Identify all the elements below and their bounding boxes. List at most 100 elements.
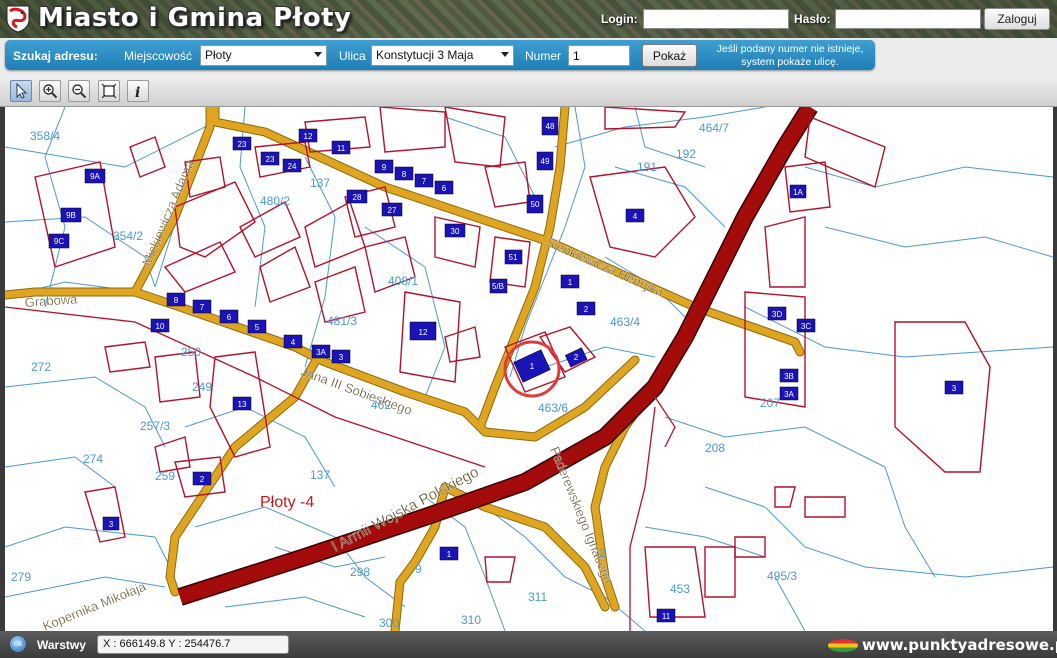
block-number: 48 — [546, 122, 555, 131]
block-number: 8 — [402, 170, 407, 179]
town-select[interactable]: Płoty — [200, 45, 327, 66]
street-select[interactable]: Konstytucji 3 Maja — [371, 45, 514, 66]
block-number: 30 — [451, 227, 460, 236]
ok-icon[interactable]: ok — [10, 636, 26, 652]
full-extent-button[interactable] — [98, 80, 120, 102]
block-number: 3 — [339, 353, 344, 362]
town-label: Miejscowość — [124, 49, 193, 63]
chevron-down-icon — [501, 52, 509, 57]
search-area: Szukaj adresu: Miejscowość Płoty Ulica K… — [0, 38, 1057, 76]
coordinates-readout: X : 666149.8 Y : 254476.7 — [97, 635, 289, 654]
block-number: 24 — [288, 162, 297, 171]
parcel-number: 463/6 — [538, 401, 568, 415]
password-input[interactable] — [835, 9, 981, 29]
login-input[interactable] — [643, 9, 789, 29]
password-label: Hasło: — [794, 12, 831, 26]
block-number: 3C — [801, 322, 811, 331]
block-number: 12 — [304, 132, 313, 141]
parcel-number: 207 — [760, 396, 780, 410]
status-bar: ok Warstwy X : 666149.8 Y : 254476.7 www… — [0, 631, 1057, 658]
block-number: 3A — [316, 348, 326, 357]
block-number: 9C — [54, 237, 64, 246]
search-hint: Jeśli podany numer nie istnieje, system … — [705, 43, 875, 69]
block-number: 1A — [793, 188, 803, 197]
number-input[interactable] — [568, 45, 630, 66]
street-label-sienkiewicza: Sienkiewicza Henryka — [544, 234, 667, 300]
select-tool-button[interactable] — [10, 80, 32, 102]
search-hint-line2: system pokaże ulicę. — [741, 56, 839, 68]
parcel-number: 408/1 — [388, 274, 418, 288]
block-number: 4 — [633, 212, 638, 221]
block-number: 3D — [772, 310, 782, 319]
full-extent-icon — [101, 83, 117, 99]
zoom-in-button[interactable] — [39, 80, 61, 102]
parcel-number: 300 — [379, 616, 399, 630]
parcel-number: 354/2 — [113, 229, 143, 243]
block-number: 11 — [662, 612, 671, 621]
block-number: 7 — [200, 303, 205, 312]
search-title: Szukaj adresu: — [13, 49, 98, 63]
block-number: 9B — [66, 211, 76, 220]
parcel-number: 481/3 — [327, 314, 357, 328]
coat-of-arms-icon — [6, 5, 30, 33]
parcel-number: 257/3 — [140, 419, 170, 433]
district-label: Płoty -4 — [260, 494, 314, 511]
zoom-in-icon — [43, 84, 58, 99]
app-header: Miasto i Gmina Płoty Login: Hasło: Zalog… — [0, 0, 1057, 38]
block-number: 3 — [952, 384, 957, 393]
parcel-number: 249 — [192, 380, 212, 394]
street-label-grabowa: Grabowa — [24, 291, 78, 310]
select-arrow-icon — [16, 83, 28, 99]
block-number: 2 — [200, 475, 205, 484]
town-select-value: Płoty — [205, 48, 232, 62]
block-number: 13 — [238, 400, 247, 409]
info-button[interactable]: i — [127, 80, 149, 102]
parcel-number: 310 — [461, 613, 481, 627]
parcel-number: 453 — [670, 582, 690, 596]
parcel-number: 250 — [181, 345, 201, 359]
block-number: 10 — [156, 322, 165, 331]
block-number: 6 — [227, 313, 232, 322]
svg-text:i: i — [135, 85, 140, 99]
chevron-down-icon — [314, 52, 322, 57]
street-label: Ulica — [339, 49, 366, 63]
block-number: 5 — [255, 323, 260, 332]
main-highway — [177, 107, 818, 606]
parcel-number: 259 — [155, 469, 175, 483]
brand-link[interactable]: www.punktyadresowe.pl — [862, 636, 1057, 654]
street-select-value: Konstytucji 3 Maja — [376, 48, 474, 62]
parcel-number: 208 — [705, 441, 725, 455]
map-view[interactable]: 12 11 23 23 24 9 8 7 6 9A 9B 9C 28 27 30… — [5, 107, 1053, 631]
parcel-number: 274 — [83, 452, 103, 466]
show-button[interactable]: Pokaż — [642, 44, 697, 67]
parcel-number: 495/3 — [767, 569, 797, 583]
address-search-bar: Szukaj adresu: Miejscowość Płoty Ulica K… — [5, 40, 875, 70]
number-label: Numer — [525, 49, 562, 63]
parcel-number: 279 — [11, 570, 31, 584]
block-number: 28 — [353, 193, 362, 202]
block-number: 23 — [238, 140, 247, 149]
parcel-number: 358/4 — [30, 129, 60, 143]
parcel-number: 480/2 — [260, 194, 290, 208]
block-number: 3B — [784, 372, 794, 381]
app-title: Miasto i Gmina Płoty — [38, 3, 352, 33]
zoom-out-icon — [72, 84, 87, 99]
map-toolbar: i — [0, 76, 1057, 107]
block-number: 9 — [382, 163, 387, 172]
map-canvas[interactable]: 12 11 23 23 24 9 8 7 6 9A 9B 9C 28 27 30… — [5, 107, 1053, 631]
block-number: 7 — [422, 177, 427, 186]
block-number: 5/B — [492, 282, 504, 291]
zoom-out-button[interactable] — [68, 80, 90, 102]
block-number: 6 — [442, 184, 447, 193]
block-number: 1 — [530, 362, 535, 371]
block-number: 2 — [574, 353, 579, 362]
block-number: 9A — [90, 172, 100, 181]
login-button[interactable]: Zaloguj — [984, 8, 1050, 30]
block-number: 49 — [541, 157, 550, 166]
block-number: 27 — [388, 206, 397, 215]
parcel-number: 298 — [350, 565, 370, 579]
parcel-number: 311 — [528, 590, 547, 604]
block-number: 1 — [447, 550, 452, 559]
layers-button[interactable]: Warstwy — [37, 638, 86, 652]
parcel-number: 191 — [637, 160, 657, 174]
